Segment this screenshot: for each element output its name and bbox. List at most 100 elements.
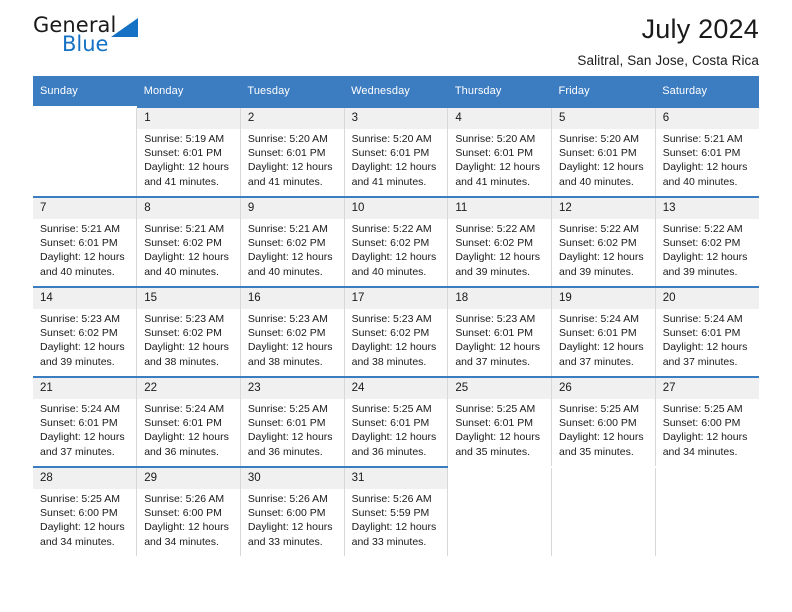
day-details bbox=[552, 489, 655, 492]
day-details: Sunrise: 5:25 AM Sunset: 6:00 PM Daylight:… bbox=[33, 489, 136, 549]
day-number: 30 bbox=[240, 468, 344, 489]
calendar-day-cell[interactable]: 12 Sunrise: 5:22 AM Sunset: 6:02 PM Dayligh… bbox=[551, 196, 656, 287]
daylight-duration-line1: Daylight: 12 hours bbox=[144, 251, 229, 264]
page-title: July 2024 bbox=[641, 14, 759, 44]
day-details: Sunrise: 5:21 AM Sunset: 6:01 PM Daylight:… bbox=[33, 219, 136, 279]
calendar-day-cell[interactable]: 30 Sunrise: 5:26 AM Sunset: 6:00 PM Dayligh… bbox=[240, 466, 345, 556]
calendar-day-cell[interactable]: 2 Sunrise: 5:20 AM Sunset: 6:01 PM Daylight… bbox=[240, 106, 345, 197]
daylight-duration-line2: and 36 minutes. bbox=[247, 445, 323, 458]
sunset-time: Sunset: 6:01 PM bbox=[144, 417, 222, 430]
calendar-day-cell[interactable]: 4 Sunrise: 5:20 AM Sunset: 6:01 PM Daylight… bbox=[447, 106, 553, 197]
calendar-day-cell-empty bbox=[655, 466, 759, 556]
daylight-duration-line2: and 37 minutes. bbox=[559, 355, 634, 368]
calendar-day-cell[interactable]: 6 Sunrise: 5:21 AM Sunset: 6:01 PM Daylight… bbox=[655, 106, 759, 197]
daylight-duration-line2: and 39 minutes. bbox=[662, 265, 738, 278]
daylight-duration-line2: and 35 minutes. bbox=[455, 445, 531, 458]
sunrise-time: Sunrise: 5:25 AM bbox=[559, 403, 639, 415]
calendar-day-cell[interactable]: 9 Sunrise: 5:21 AM Sunset: 6:02 PM Daylight… bbox=[240, 196, 345, 287]
calendar-day-cell[interactable]: 20 Sunrise: 5:24 AM Sunset: 6:01 PM Dayligh… bbox=[655, 286, 759, 377]
daylight-duration-line2: and 40 minutes. bbox=[662, 175, 738, 188]
calendar-day-cell[interactable]: 8 Sunrise: 5:21 AM Sunset: 6:02 PM Daylight… bbox=[136, 196, 241, 287]
sunset-time: Sunset: 6:01 PM bbox=[662, 147, 741, 160]
calendar-day-cell[interactable]: 24 Sunrise: 5:25 AM Sunset: 6:01 PM Dayligh… bbox=[344, 376, 449, 467]
calendar-day-cell[interactable]: 26 Sunrise: 5:25 AM Sunset: 6:00 PM Dayligh… bbox=[551, 376, 656, 467]
day-details: Sunrise: 5:24 AM Sunset: 6:01 PM Daylight:… bbox=[33, 399, 136, 459]
daylight-duration-line2: and 40 minutes. bbox=[351, 265, 427, 278]
daylight-duration-line1: Daylight: 12 hours bbox=[559, 341, 644, 354]
day-number: 13 bbox=[655, 198, 759, 219]
day-details: Sunrise: 5:20 AM Sunset: 6:01 PM Daylight:… bbox=[552, 129, 655, 189]
day-number bbox=[552, 468, 655, 489]
calendar-day-cell[interactable]: 10 Sunrise: 5:22 AM Sunset: 6:02 PM Dayligh… bbox=[344, 196, 449, 287]
calendar-day-cell[interactable]: 17 Sunrise: 5:23 AM Sunset: 6:02 PM Dayligh… bbox=[344, 286, 449, 377]
calendar-day-cell[interactable]: 23 Sunrise: 5:25 AM Sunset: 6:01 PM Dayligh… bbox=[240, 376, 345, 467]
calendar-day-cell[interactable]: 18 Sunrise: 5:23 AM Sunset: 6:01 PM Dayligh… bbox=[447, 286, 553, 377]
daylight-duration-line2: and 41 minutes. bbox=[351, 175, 427, 188]
sunrise-time: Sunrise: 5:24 AM bbox=[40, 403, 120, 415]
calendar-day-cell[interactable]: 15 Sunrise: 5:23 AM Sunset: 6:02 PM Dayligh… bbox=[136, 286, 241, 377]
calendar-day-cell[interactable]: 14 Sunrise: 5:23 AM Sunset: 6:02 PM Dayligh… bbox=[33, 286, 138, 377]
calendar-day-cell[interactable]: 21 Sunrise: 5:24 AM Sunset: 6:01 PM Dayligh… bbox=[33, 376, 138, 467]
sunrise-time: Sunrise: 5:20 AM bbox=[247, 133, 328, 145]
day-details: Sunrise: 5:21 AM Sunset: 6:01 PM Daylight:… bbox=[656, 129, 759, 189]
calendar-day-cell[interactable]: 22 Sunrise: 5:24 AM Sunset: 6:01 PM Dayligh… bbox=[136, 376, 241, 467]
sunset-time: Sunset: 6:01 PM bbox=[247, 147, 326, 160]
calendar-day-cell[interactable]: 13 Sunrise: 5:22 AM Sunset: 6:02 PM Dayligh… bbox=[655, 196, 759, 287]
calendar-day-cell[interactable]: 28 Sunrise: 5:25 AM Sunset: 6:00 PM Dayligh… bbox=[33, 466, 138, 556]
daylight-duration-line1: Daylight: 12 hours bbox=[144, 341, 229, 354]
calendar-week-row: 28 Sunrise: 5:25 AM Sunset: 6:00 PM Dayligh… bbox=[33, 466, 759, 556]
weekday-header-monday: Monday bbox=[136, 76, 241, 107]
day-details: Sunrise: 5:23 AM Sunset: 6:01 PM Daylight:… bbox=[448, 309, 551, 369]
day-number: 27 bbox=[655, 378, 759, 399]
day-details: Sunrise: 5:24 AM Sunset: 6:01 PM Daylight:… bbox=[656, 309, 759, 369]
daylight-duration-line1: Daylight: 12 hours bbox=[351, 161, 437, 174]
calendar-day-cell[interactable]: 16 Sunrise: 5:23 AM Sunset: 6:02 PM Dayligh… bbox=[240, 286, 345, 377]
sunset-time: Sunset: 6:01 PM bbox=[559, 327, 637, 340]
weekday-header-saturday: Saturday bbox=[655, 76, 759, 107]
daylight-duration-line1: Daylight: 12 hours bbox=[455, 251, 540, 264]
sunset-time: Sunset: 6:00 PM bbox=[144, 507, 222, 520]
daylight-duration-line1: Daylight: 12 hours bbox=[247, 431, 333, 444]
daylight-duration-line1: Daylight: 12 hours bbox=[144, 161, 229, 174]
sunset-time: Sunset: 6:00 PM bbox=[247, 507, 326, 520]
daylight-duration-line2: and 39 minutes. bbox=[40, 355, 115, 368]
calendar-day-cell[interactable]: 31 Sunrise: 5:26 AM Sunset: 5:59 PM Dayligh… bbox=[344, 466, 449, 556]
day-details: Sunrise: 5:22 AM Sunset: 6:02 PM Daylight:… bbox=[552, 219, 655, 279]
calendar-day-cell[interactable]: 5 Sunrise: 5:20 AM Sunset: 6:01 PM Daylight… bbox=[551, 106, 656, 197]
sunrise-time: Sunrise: 5:21 AM bbox=[144, 223, 225, 235]
day-details: Sunrise: 5:21 AM Sunset: 6:02 PM Daylight:… bbox=[241, 219, 344, 279]
sunset-time: Sunset: 6:01 PM bbox=[144, 147, 222, 160]
sunrise-time: Sunrise: 5:25 AM bbox=[247, 403, 328, 415]
daylight-duration-line2: and 40 minutes. bbox=[144, 265, 219, 278]
general-blue-logo[interactable]: General Blue bbox=[33, 13, 173, 69]
page-subtitle: Salitral, San Jose, Costa Rica bbox=[577, 53, 759, 68]
calendar-day-cell[interactable]: 11 Sunrise: 5:22 AM Sunset: 6:02 PM Dayligh… bbox=[447, 196, 553, 287]
day-number: 9 bbox=[240, 198, 344, 219]
day-details: Sunrise: 5:22 AM Sunset: 6:02 PM Daylight:… bbox=[345, 219, 448, 279]
weekday-header-tuesday: Tuesday bbox=[240, 76, 345, 107]
day-details: Sunrise: 5:26 AM Sunset: 5:59 PM Daylight:… bbox=[345, 489, 448, 549]
calendar-day-cell[interactable]: 25 Sunrise: 5:25 AM Sunset: 6:01 PM Dayligh… bbox=[447, 376, 553, 467]
day-number: 15 bbox=[137, 288, 240, 309]
daylight-duration-line1: Daylight: 12 hours bbox=[40, 251, 125, 264]
day-number: 31 bbox=[344, 468, 448, 489]
day-number: 25 bbox=[448, 378, 552, 399]
calendar-day-cell[interactable]: 29 Sunrise: 5:26 AM Sunset: 6:00 PM Dayligh… bbox=[136, 466, 241, 556]
sunset-time: Sunset: 6:02 PM bbox=[144, 237, 222, 250]
daylight-duration-line2: and 39 minutes. bbox=[559, 265, 634, 278]
day-number: 2 bbox=[240, 108, 344, 129]
day-details: Sunrise: 5:25 AM Sunset: 6:01 PM Daylight:… bbox=[345, 399, 448, 459]
calendar-day-cell[interactable]: 19 Sunrise: 5:24 AM Sunset: 6:01 PM Dayligh… bbox=[551, 286, 656, 377]
sunset-time: Sunset: 5:59 PM bbox=[351, 507, 430, 520]
sunrise-time: Sunrise: 5:22 AM bbox=[455, 223, 536, 235]
title-block: July 2024 Salitral, San Jose, Costa Rica bbox=[173, 0, 759, 70]
daylight-duration-line1: Daylight: 12 hours bbox=[351, 521, 437, 534]
sunrise-time: Sunrise: 5:25 AM bbox=[662, 403, 743, 415]
day-details: Sunrise: 5:24 AM Sunset: 6:01 PM Daylight:… bbox=[552, 309, 655, 369]
daylight-duration-line2: and 38 minutes. bbox=[247, 355, 323, 368]
calendar-day-cell[interactable]: 1 Sunrise: 5:19 AM Sunset: 6:01 PM Daylight… bbox=[136, 106, 241, 197]
calendar-day-cell[interactable]: 27 Sunrise: 5:25 AM Sunset: 6:00 PM Dayligh… bbox=[655, 376, 759, 467]
calendar-day-cell[interactable]: 7 Sunrise: 5:21 AM Sunset: 6:01 PM Daylight… bbox=[33, 196, 138, 287]
daylight-duration-line1: Daylight: 12 hours bbox=[247, 521, 333, 534]
calendar-day-cell[interactable]: 3 Sunrise: 5:20 AM Sunset: 6:01 PM Daylight… bbox=[344, 106, 449, 197]
